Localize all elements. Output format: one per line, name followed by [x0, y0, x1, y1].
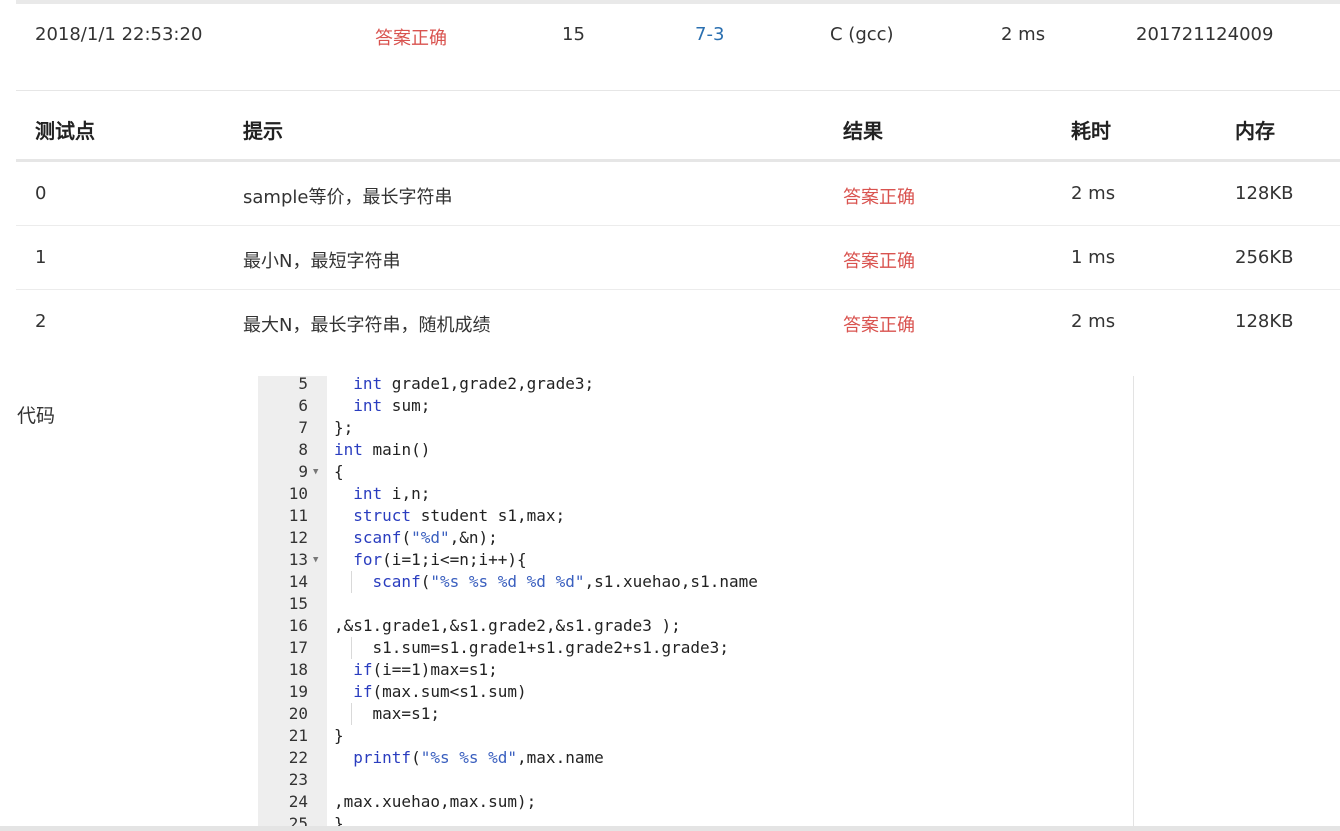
- line-number: 21: [288, 726, 308, 745]
- case-id: 0: [35, 183, 47, 204]
- code-text: max=s1;: [334, 704, 440, 723]
- submit-time: 2018/1/1 22:53:20: [35, 24, 203, 45]
- code-line: 5 int grade1,grade2,grade3;: [258, 376, 1133, 395]
- code-line: 6 int sum;: [258, 395, 1133, 417]
- code-text: int sum;: [353, 396, 431, 415]
- case-result: 答案正确: [843, 187, 915, 208]
- case-time: 2 ms: [1071, 311, 1116, 332]
- case-memory: 128KB: [1235, 311, 1294, 332]
- line-number: 24: [288, 792, 308, 811]
- code-text: struct student s1,max;: [353, 506, 566, 525]
- case-result: 答案正确: [843, 251, 915, 272]
- line-number: 11: [288, 506, 308, 525]
- case-id: 2: [35, 311, 47, 332]
- line-number: 14: [288, 572, 308, 591]
- code-line: 11 struct student s1,max;: [258, 505, 1133, 527]
- submission-summary: 2018/1/1 22:53:20 答案正确 15 7-3 C (gcc) 2 …: [0, 4, 1340, 66]
- score: 15: [562, 24, 585, 45]
- line-number: 5: [298, 376, 308, 393]
- code-line: 12 scanf("%d",&n);: [258, 527, 1133, 549]
- code-line: 24 ,max.xuehao,max.sum);: [258, 791, 1133, 813]
- code-text: printf("%s %s %d",max.name: [353, 748, 604, 767]
- fold-arrow-icon[interactable]: ▼: [313, 461, 318, 483]
- case-time: 1 ms: [1071, 247, 1116, 268]
- code-line: 19 if(max.sum<s1.sum): [258, 681, 1133, 703]
- code-text: if(max.sum<s1.sum): [353, 682, 527, 701]
- table-row: 0 sample等价，最长字符串 答案正确 2 ms 128KB: [16, 162, 1340, 226]
- case-time: 2 ms: [1071, 183, 1116, 204]
- compiler: C (gcc): [830, 24, 894, 45]
- line-number: 22: [288, 748, 308, 767]
- case-hint: 最小N，最短字符串: [243, 251, 401, 272]
- line-number: 18: [288, 660, 308, 679]
- case-id: 1: [35, 247, 47, 268]
- code-line: 20 max=s1;: [258, 703, 1133, 725]
- code-text: if(i==1)max=s1;: [353, 660, 498, 679]
- code-text: ,max.xuehao,max.sum);: [334, 792, 537, 811]
- code-line: 8 int main(): [258, 439, 1133, 461]
- case-hint: 最大N，最长字符串，随机成绩: [243, 315, 491, 336]
- fold-arrow-icon[interactable]: ▼: [313, 549, 318, 571]
- code-line: 21}: [258, 725, 1133, 747]
- duration: 2 ms: [1001, 24, 1046, 45]
- line-number: 8: [298, 440, 308, 459]
- code-line: 10 int i,n;: [258, 483, 1133, 505]
- user-id: 201721124009: [1136, 24, 1274, 45]
- code-text: s1.sum=s1.grade1+s1.grade2+s1.grade3;: [334, 638, 729, 657]
- table-row: 2 最大N，最长字符串，随机成绩 答案正确 2 ms 128KB: [16, 290, 1340, 354]
- status-badge: 答案正确: [375, 28, 447, 49]
- header-result: 结果: [843, 119, 883, 143]
- code-text: };: [334, 418, 354, 437]
- code-text: for(i=1;i<=n;i++){: [353, 550, 527, 569]
- header-memory: 内存: [1235, 119, 1275, 143]
- case-result: 答案正确: [843, 315, 915, 336]
- line-number: 23: [288, 770, 308, 789]
- horizontal-scrollbar[interactable]: [0, 826, 1340, 831]
- code-text: ,&s1.grade1,&s1.grade2,&s1.grade3 );: [334, 616, 681, 635]
- line-number: 17: [288, 638, 308, 657]
- code-text: scanf("%s %s %d %d %d",s1.xuehao,s1.name: [372, 572, 758, 591]
- code-line: 9 ▼ {: [258, 461, 1133, 483]
- case-memory: 256KB: [1235, 247, 1294, 268]
- code-line: 16 ,&s1.grade1,&s1.grade2,&s1.grade3 );: [258, 615, 1133, 637]
- table-header: 测试点 提示 结果 耗时 内存: [16, 90, 1340, 162]
- code-text: {: [334, 462, 344, 481]
- code-line: 7};: [258, 417, 1133, 439]
- code-editor[interactable]: 5 int grade1,grade2,grade3; 6 int sum; 7};…: [258, 376, 1134, 828]
- code-text: int i,n;: [353, 484, 431, 503]
- line-number: 6: [298, 396, 308, 415]
- code-line: 15: [258, 593, 1133, 615]
- header-time: 耗时: [1071, 119, 1111, 143]
- code-text: int grade1,grade2,grade3;: [353, 376, 595, 393]
- line-number: 16: [288, 616, 308, 635]
- code-line: 13 ▼ for(i=1;i<=n;i++){: [258, 549, 1133, 571]
- line-number: 19: [288, 682, 308, 701]
- header-hint: 提示: [243, 119, 283, 143]
- case-hint: sample等价，最长字符串: [243, 187, 453, 208]
- line-number: 20: [288, 704, 308, 723]
- code-label: 代码: [17, 405, 56, 427]
- line-number: 12: [288, 528, 308, 547]
- line-number: 7: [298, 418, 308, 437]
- problem-link[interactable]: 7-3: [695, 24, 724, 45]
- code-line: 18 if(i==1)max=s1;: [258, 659, 1133, 681]
- code-text: int main(): [334, 440, 431, 459]
- code-text: scanf("%d",&n);: [353, 528, 498, 547]
- code-line: 23: [258, 769, 1133, 791]
- code-text: }: [334, 726, 344, 745]
- code-line: 14 scanf("%s %s %d %d %d",s1.xuehao,s1.n…: [258, 571, 1133, 593]
- code-line: 17 s1.sum=s1.grade1+s1.grade2+s1.grade3;: [258, 637, 1133, 659]
- table-row: 1 最小N，最短字符串 答案正确 1 ms 256KB: [16, 226, 1340, 290]
- case-memory: 128KB: [1235, 183, 1294, 204]
- header-case: 测试点: [35, 119, 95, 143]
- test-case-table: 测试点 提示 结果 耗时 内存 0 sample等价，最长字符串 答案正确 2 …: [16, 90, 1340, 354]
- code-line: 22 printf("%s %s %d",max.name: [258, 747, 1133, 769]
- line-number: 10: [288, 484, 308, 503]
- line-number: 13: [288, 550, 308, 569]
- line-number: 9: [298, 462, 308, 481]
- line-number: 15: [288, 594, 308, 613]
